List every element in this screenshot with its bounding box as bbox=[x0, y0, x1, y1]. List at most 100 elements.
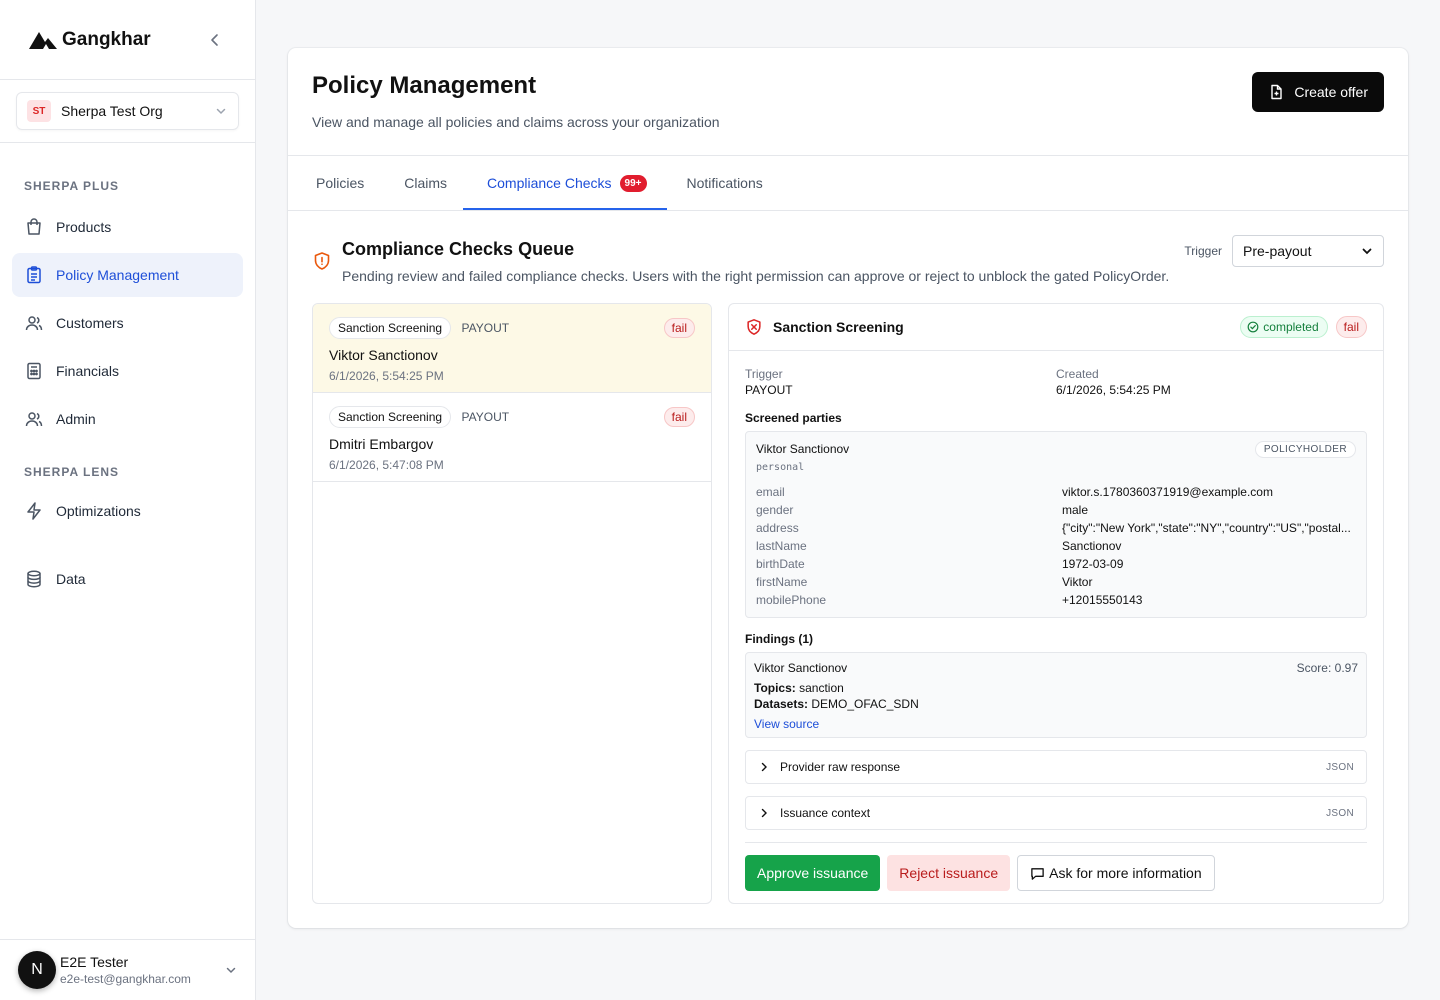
field-value: +12015550143 bbox=[1062, 593, 1143, 607]
tab-claims[interactable]: Claims bbox=[384, 156, 467, 210]
tab-notifications[interactable]: Notifications bbox=[667, 156, 783, 210]
users-icon bbox=[24, 409, 44, 429]
finding-datasets-value: DEMO_OFAC_SDN bbox=[811, 697, 919, 711]
issuance-context-toggle[interactable]: Issuance context JSON bbox=[745, 796, 1367, 830]
sidebar-item-financials[interactable]: Financials bbox=[12, 349, 243, 393]
collapse-sidebar-button[interactable] bbox=[203, 28, 227, 52]
party-field: gender male bbox=[756, 501, 1356, 519]
user-email: e2e-test@gangkhar.com bbox=[60, 972, 191, 986]
org-switcher[interactable]: ST Sherpa Test Org bbox=[16, 92, 239, 130]
collapsible-label: Issuance context bbox=[780, 806, 871, 820]
tab-label: Notifications bbox=[686, 175, 763, 191]
field-key: mobilePhone bbox=[756, 593, 827, 607]
party-field: email viktor.s.1780360371919@example.com bbox=[756, 483, 1356, 501]
detail-title: Sanction Screening bbox=[773, 319, 904, 335]
sidebar-item-label: Optimizations bbox=[56, 503, 141, 519]
field-key: gender bbox=[756, 503, 794, 517]
provider-raw-response-toggle[interactable]: Provider raw response JSON bbox=[745, 750, 1367, 784]
check-date: 6/1/2026, 5:47:08 PM bbox=[329, 458, 444, 472]
json-tag: JSON bbox=[1326, 761, 1354, 773]
decision-actions: Approve issuance Reject issuance Ask for… bbox=[745, 855, 1367, 891]
field-value: 1972-03-09 bbox=[1062, 557, 1124, 571]
reject-issuance-button[interactable]: Reject issuance bbox=[887, 855, 1011, 891]
party-field: lastName Sanctionov bbox=[756, 537, 1356, 555]
meta-label: Trigger bbox=[745, 367, 783, 381]
meta-grid: Trigger PAYOUT Created 6/1/2026, 5:54:25… bbox=[745, 367, 1367, 397]
field-value: Sanctionov bbox=[1062, 539, 1122, 553]
screened-parties-heading: Screened parties bbox=[745, 411, 842, 425]
tab-label: Compliance Checks bbox=[487, 175, 612, 191]
finding-topics-value: sanction bbox=[799, 681, 844, 695]
queue-title: Compliance Checks Queue bbox=[342, 239, 575, 259]
chevron-down-icon bbox=[1361, 245, 1373, 257]
calculator-icon bbox=[24, 361, 44, 381]
sidebar-item-data[interactable]: Data bbox=[12, 557, 243, 601]
collapsible-label: Provider raw response bbox=[780, 760, 901, 774]
meta-value: 6/1/2026, 5:54:25 PM bbox=[1056, 383, 1171, 397]
completed-label: completed bbox=[1263, 320, 1319, 334]
approve-issuance-button[interactable]: Approve issuance bbox=[745, 855, 881, 891]
status-badge: fail bbox=[663, 318, 695, 338]
sidebar-item-admin[interactable]: Admin bbox=[12, 397, 243, 441]
shield-alert-icon bbox=[312, 251, 332, 303]
field-key: address bbox=[756, 521, 799, 535]
sidebar-item-policy-management[interactable]: Policy Management bbox=[12, 253, 243, 297]
clipboard-icon bbox=[24, 265, 44, 285]
trigger-select-value: Pre-payout bbox=[1243, 243, 1312, 259]
meta-label: Created bbox=[1056, 367, 1099, 381]
trigger-select[interactable]: Pre-payout bbox=[1232, 235, 1384, 267]
list-item[interactable]: Sanction Screening PAYOUT fail Dmitri Em… bbox=[313, 393, 711, 482]
field-key: firstName bbox=[756, 575, 808, 589]
party-field: address {"city":"New York","state":"NY","… bbox=[756, 519, 1356, 537]
section-label-sherpa-plus: SHERPA PLUS bbox=[24, 179, 120, 193]
meta-trigger: Trigger PAYOUT bbox=[745, 367, 1056, 397]
create-offer-button[interactable]: Create offer bbox=[1252, 72, 1384, 112]
finding-datasets-label: Datasets: bbox=[754, 697, 809, 711]
field-value: Viktor bbox=[1062, 575, 1093, 589]
sidebar-item-label: Products bbox=[56, 219, 112, 235]
sidebar-item-products[interactable]: Products bbox=[12, 205, 243, 249]
completed-badge: completed bbox=[1240, 316, 1328, 338]
page-header: Policy Management View and manage all po… bbox=[288, 48, 1408, 156]
tab-compliance-checks[interactable]: Compliance Checks 99+ bbox=[463, 156, 667, 210]
user-menu[interactable]: N E2E Tester e2e-test@gangkhar.com bbox=[0, 939, 256, 1000]
meta-created: Created 6/1/2026, 5:54:25 PM bbox=[1056, 367, 1367, 397]
field-key: email bbox=[756, 485, 785, 499]
chevron-down-icon bbox=[224, 963, 238, 977]
check-detail-panel: Sanction Screening completed fail Trigge… bbox=[728, 303, 1384, 904]
brand-name: Gangkhar bbox=[62, 28, 151, 50]
tab-count-badge: 99+ bbox=[619, 174, 647, 192]
party-field: firstName Viktor bbox=[756, 573, 1356, 591]
sidebar-item-label: Customers bbox=[56, 315, 124, 331]
finding: Viktor Sanctionov Score: 0.97 Topics: sa… bbox=[745, 652, 1367, 738]
ask-more-info-button[interactable]: Ask for more information bbox=[1017, 855, 1215, 891]
detail-header: Sanction Screening completed fail bbox=[729, 304, 1383, 351]
check-type-pill: Sanction Screening bbox=[329, 406, 452, 428]
finding-datasets: Datasets: DEMO_OFAC_SDN bbox=[754, 697, 1358, 711]
list-item[interactable]: Sanction Screening PAYOUT fail Viktor Sa… bbox=[313, 304, 711, 393]
field-key: lastName bbox=[756, 539, 807, 553]
avatar: N bbox=[18, 951, 56, 989]
tab-policies[interactable]: Policies bbox=[312, 156, 384, 210]
sidebar-item-label: Admin bbox=[56, 411, 96, 427]
party-field: birthDate 1972-03-09 bbox=[756, 555, 1356, 573]
queue-header: Compliance Checks Queue Pending review a… bbox=[288, 211, 1408, 303]
tab-label: Policies bbox=[316, 175, 365, 191]
json-tag: JSON bbox=[1326, 807, 1354, 819]
field-value: {"city":"New York","state":"NY","country… bbox=[1062, 521, 1351, 535]
view-source-link[interactable]: View source bbox=[754, 717, 819, 731]
database-icon bbox=[24, 569, 44, 589]
page-subtitle: View and manage all policies and claims … bbox=[312, 114, 720, 130]
compliance-check-list: Sanction Screening PAYOUT fail Viktor Sa… bbox=[312, 303, 712, 904]
sidebar-item-optimizations[interactable]: Optimizations bbox=[12, 489, 243, 533]
user-name: E2E Tester bbox=[60, 954, 129, 970]
divider bbox=[745, 842, 1367, 843]
findings-heading: Findings (1) bbox=[745, 632, 813, 646]
sidebar-item-customers[interactable]: Customers bbox=[12, 301, 243, 345]
tabs: Policies Claims Compliance Checks 99+ No… bbox=[288, 156, 1408, 211]
chevron-down-icon bbox=[214, 104, 228, 118]
chevron-left-icon bbox=[211, 33, 218, 46]
check-type-pill: Sanction Screening bbox=[329, 317, 452, 339]
sidebar-item-label: Financials bbox=[56, 363, 120, 379]
party-role-badge: POLICYHOLDER bbox=[1254, 441, 1356, 458]
